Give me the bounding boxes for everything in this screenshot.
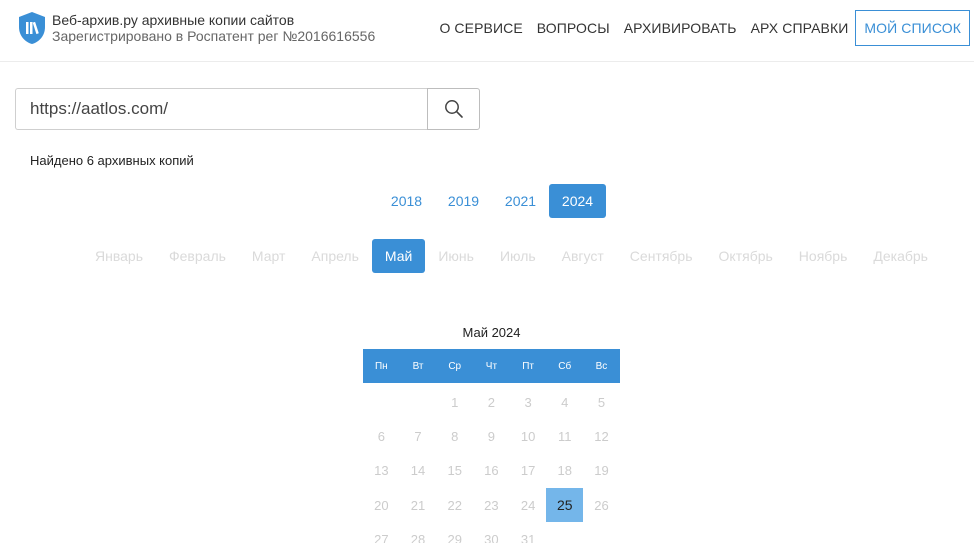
calendar-day: 23 bbox=[484, 497, 499, 513]
calendar-day: 26 bbox=[594, 497, 609, 513]
month-february: Февраль bbox=[169, 248, 226, 264]
search-icon bbox=[444, 100, 463, 118]
month-may[interactable]: Май bbox=[371, 239, 426, 273]
calendar-empty-cell bbox=[400, 385, 437, 419]
calendar-day: 14 bbox=[410, 463, 426, 479]
weekday-fri: Пт bbox=[522, 360, 534, 372]
calendar-day: 21 bbox=[410, 497, 426, 513]
calendar-day: 7 bbox=[414, 428, 422, 444]
weekday-thu: Чт bbox=[485, 360, 498, 372]
calendar-title: Май 2024 bbox=[462, 325, 521, 340]
calendar-empty-cell bbox=[363, 385, 400, 419]
shield-books-icon[interactable] bbox=[18, 11, 46, 45]
url-search-input[interactable] bbox=[15, 88, 427, 130]
brand-block[interactable]: Веб-архив.ру архивные копии сайтов Зарег… bbox=[52, 12, 375, 44]
calendar-day: 31 bbox=[520, 531, 536, 543]
calendar-day: 6 bbox=[377, 428, 385, 444]
month-april: Апрель bbox=[311, 248, 359, 264]
month-september: Сентябрь bbox=[629, 248, 693, 264]
search-bar bbox=[15, 88, 480, 130]
weekday-mon: Пн bbox=[374, 360, 388, 372]
calendar-day: 8 bbox=[451, 428, 459, 444]
calendar-day: 17 bbox=[520, 463, 536, 479]
nav-faq[interactable]: ВОПРОСЫ bbox=[537, 20, 610, 36]
month-january: Январь bbox=[95, 248, 143, 264]
month-november: Ноябрь bbox=[798, 248, 848, 264]
nav-archive-certificates[interactable]: АРХ СПРАВКИ bbox=[751, 20, 849, 36]
calendar-day: 10 bbox=[520, 428, 536, 444]
calendar-day: 5 bbox=[597, 394, 606, 410]
weekday-sun: Вс bbox=[595, 360, 608, 372]
month-june: Июнь bbox=[438, 248, 474, 264]
month-july: Июль bbox=[499, 248, 536, 264]
calendar-day: 3 bbox=[524, 394, 532, 410]
calendar-day: 20 bbox=[374, 497, 389, 513]
weekday-tue: Вт bbox=[412, 360, 424, 372]
month-october: Октябрь bbox=[718, 248, 773, 264]
month-selector: Январь Февраль Март Апрель Май Июнь Июль… bbox=[82, 239, 941, 273]
month-march: Март bbox=[251, 248, 286, 264]
brand-subtitle: Зарегистрировано в Роспатент рег №201661… bbox=[52, 28, 376, 44]
nav-my-list-button[interactable]: МОЙ СПИСОК bbox=[855, 10, 970, 46]
calendar-day: 30 bbox=[484, 531, 499, 543]
calendar-day: 22 bbox=[447, 497, 462, 513]
calendar-day: 29 bbox=[447, 531, 462, 543]
calendar-day: 16 bbox=[484, 463, 499, 479]
calendar-day: 11 bbox=[558, 428, 572, 444]
year-2019[interactable]: 2019 bbox=[435, 184, 492, 218]
weekday-wed: Ср bbox=[448, 360, 462, 372]
main-nav: О СЕРВИСЕ ВОПРОСЫ АРХИВИРОВАТЬ АРХ СПРАВ… bbox=[425, 10, 970, 46]
month-december: Декабрь bbox=[873, 248, 928, 264]
calendar-day: 19 bbox=[594, 463, 609, 479]
year-2018[interactable]: 2018 bbox=[378, 184, 435, 218]
calendar-day: 9 bbox=[487, 428, 496, 444]
search-button[interactable] bbox=[427, 88, 480, 130]
calendar-weekdays: Пн Вт Ср Чт Пт Сб Вс bbox=[363, 349, 620, 383]
weekday-sat: Сб bbox=[558, 360, 572, 372]
calendar-day[interactable]: 25 bbox=[546, 487, 584, 523]
brand-title: Веб-архив.ру архивные копии сайтов bbox=[52, 12, 295, 28]
calendar-day: 1 bbox=[451, 394, 459, 410]
calendar-days: 1 2 3 4 5 6 7 8 9 10 11 12 13 14 15 16 17 18 19 20 21 22 23 24 2… bbox=[363, 385, 620, 543]
nav-about[interactable]: О СЕРВИСЕ bbox=[439, 20, 522, 36]
nav-archive[interactable]: АРХИВИРОВАТЬ bbox=[624, 20, 737, 36]
year-selector: 2018 2019 2021 2024 bbox=[378, 184, 606, 218]
calendar-day: 13 bbox=[374, 463, 389, 479]
calendar-day: 2 bbox=[487, 394, 496, 410]
results-count: Найдено 6 архивных копий bbox=[30, 153, 194, 168]
year-2024[interactable]: 2024 bbox=[549, 184, 606, 218]
month-august: Август bbox=[561, 248, 604, 264]
year-2021[interactable]: 2021 bbox=[492, 184, 549, 218]
calendar-day: 28 bbox=[410, 531, 426, 543]
calendar-day: 27 bbox=[374, 531, 389, 543]
calendar-day: 15 bbox=[447, 463, 462, 479]
calendar-day: 24 bbox=[520, 497, 536, 513]
site-header: Веб-архив.ру архивные копии сайтов Зарег… bbox=[0, 0, 974, 62]
calendar-day: 18 bbox=[557, 463, 573, 479]
calendar-day: 12 bbox=[594, 428, 609, 444]
calendar-day: 4 bbox=[561, 394, 569, 410]
